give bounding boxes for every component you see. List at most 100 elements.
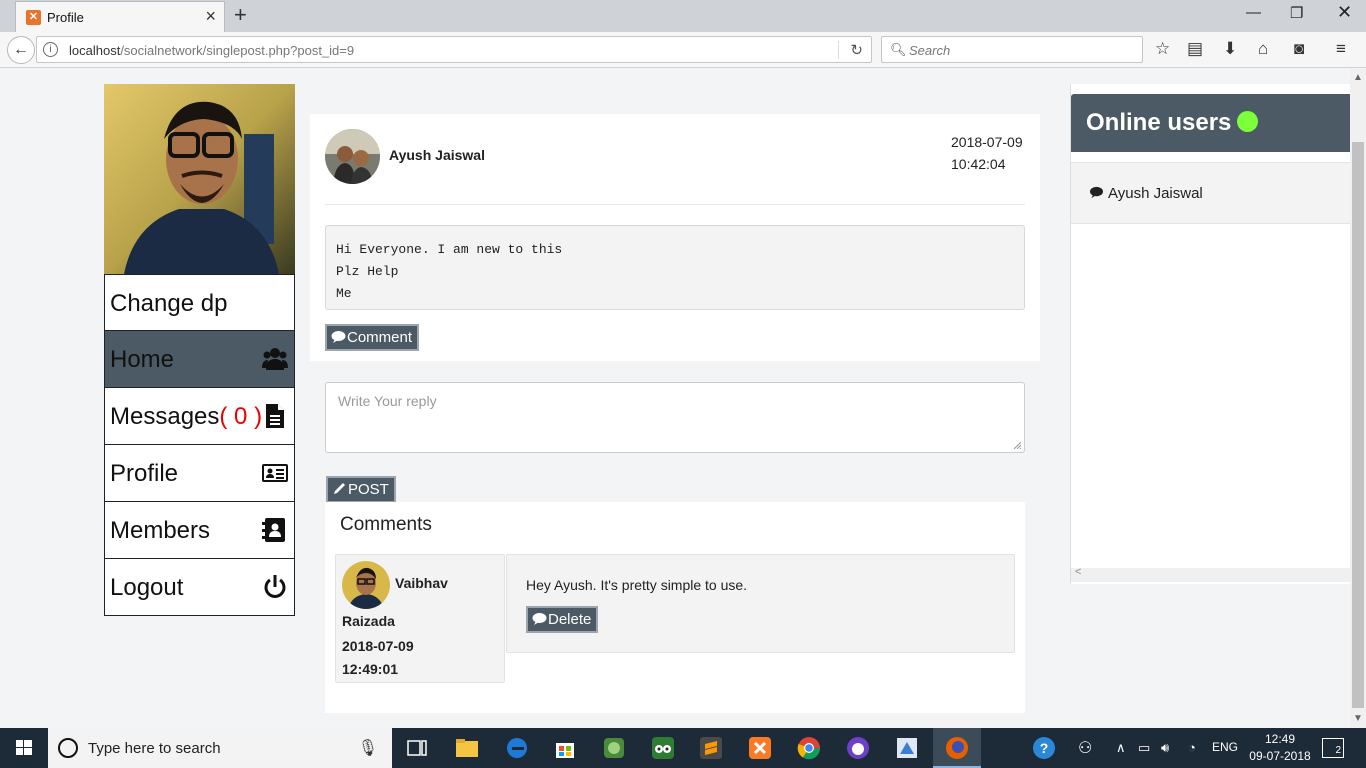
scroll-up-icon[interactable]: ▲ <box>1353 72 1363 83</box>
restore-icon[interactable]: ❐ <box>1290 4 1303 22</box>
comment-icon <box>331 331 346 343</box>
power-icon <box>264 575 286 598</box>
commenter-first-name[interactable]: Vaibhav <box>395 575 448 591</box>
sidebar-item-label: Home <box>110 346 175 373</box>
sidebar-item-profile[interactable]: Profile <box>104 445 295 502</box>
xampp-icon[interactable] <box>748 736 772 760</box>
post-date: 2018-07-09 <box>951 134 1023 150</box>
reading-list-icon[interactable]: ▤ <box>1187 39 1203 59</box>
sidebar-item-members[interactable]: Members <box>104 502 295 559</box>
comment-timestamp: 2018-07-09 12:49:01 <box>342 635 414 681</box>
xampp-favicon-icon: ✕ <box>26 10 41 25</box>
post-reply-button[interactable]: POST <box>326 476 396 503</box>
firefox-icon[interactable] <box>945 736 969 760</box>
horizontal-scrollbar[interactable]: < <box>1071 566 1351 582</box>
microphone-icon[interactable]: 🎙︎ <box>358 738 378 758</box>
id-card-icon <box>262 464 288 482</box>
help-icon[interactable]: ? <box>1032 736 1056 760</box>
close-window-icon[interactable]: ✕ <box>1337 2 1352 23</box>
notifications-icon[interactable]: 2 <box>1322 738 1344 758</box>
clock-time: 12:49 <box>1264 732 1296 746</box>
file-explorer-icon[interactable] <box>455 736 479 760</box>
reload-icon[interactable]: ↻ <box>850 41 863 59</box>
url-path: /socialnetwork/singlepost.php?post_id=9 <box>120 43 355 58</box>
delete-comment-button[interactable]: Delete <box>526 606 599 633</box>
online-user-row[interactable]: Ayush Jaiswal <box>1071 162 1351 224</box>
online-status-dot <box>1237 111 1259 132</box>
minimize-icon[interactable]: — <box>1246 4 1261 21</box>
tripadvisor-icon[interactable] <box>651 736 675 760</box>
message-count-badge: ( 0 ) <box>219 403 263 430</box>
info-icon[interactable]: i <box>43 42 58 57</box>
people-icon[interactable]: ⚇ <box>1078 738 1092 758</box>
sidebar-item-messages[interactable]: Messages( 0 ) <box>104 388 295 445</box>
comment-author-card: Vaibhav Raizada 2018-07-09 12:49:01 <box>335 554 505 683</box>
online-users-header: Online users <box>1071 94 1351 152</box>
close-tab-icon[interactable]: × <box>205 7 216 25</box>
store-icon[interactable] <box>553 736 577 760</box>
reply-textarea[interactable]: Write Your reply <box>325 382 1025 453</box>
edge-icon[interactable] <box>505 736 529 760</box>
browser-tab[interactable]: ✕ Profile × <box>15 1 225 32</box>
menu-icon[interactable]: ≡ <box>1336 39 1346 59</box>
scroll-down-icon[interactable]: ▼ <box>1353 713 1363 724</box>
cortana-icon <box>58 738 78 758</box>
windows-taskbar: Type here to search 🎙︎ ? ⚇ ∧ ▭ 🔊︎ ◔ ENG … <box>0 728 1366 768</box>
document-icon <box>266 404 284 428</box>
reply-placeholder: Write Your reply <box>338 393 437 409</box>
author-avatar[interactable] <box>325 129 380 184</box>
pencil-icon <box>334 483 345 494</box>
volume-icon[interactable]: 🔊︎ <box>1161 740 1169 756</box>
resize-grip-icon[interactable] <box>1013 441 1021 449</box>
url-text: localhost/socialnetwork/singlepost.php?p… <box>69 43 354 58</box>
sidebar-item-home[interactable]: Home <box>104 331 295 388</box>
battery-icon[interactable]: ▭ <box>1138 740 1150 756</box>
sidebar-item-label: Change dp <box>110 290 228 317</box>
scrollbar-thumb[interactable] <box>1352 142 1364 708</box>
comment-text: Hey Ayush. It's pretty simple to use. <box>526 577 748 593</box>
github-desktop-icon[interactable] <box>846 736 870 760</box>
back-button[interactable]: ← <box>7 36 35 64</box>
users-icon <box>262 348 288 370</box>
pocket-icon[interactable]: ◙ <box>1294 39 1304 59</box>
windows-start-icon[interactable] <box>0 728 48 768</box>
new-tab-icon[interactable]: + <box>234 4 247 26</box>
comment-button-label: Comment <box>347 329 413 346</box>
sidebar-item-change-dp[interactable]: Change dp <box>104 274 295 331</box>
search-field[interactable]: 🔍︎ Search <box>881 36 1143 63</box>
network-icon[interactable]: ◔ <box>1188 740 1196 755</box>
task-view-icon[interactable] <box>405 736 429 760</box>
vertical-scrollbar[interactable]: ▲ ▼ <box>1350 69 1366 728</box>
post-author[interactable]: Ayush Jaiswal <box>389 147 485 163</box>
delete-button-label: Delete <box>548 611 592 628</box>
address-bar[interactable]: i localhost/socialnetwork/singlepost.php… <box>36 36 872 63</box>
taskbar-search[interactable]: Type here to search 🎙︎ <box>48 728 392 768</box>
url-host: localhost <box>69 43 121 58</box>
comment-content: Hey Ayush. It's pretty simple to use. De… <box>506 554 1015 653</box>
home-icon[interactable]: ⌂ <box>1258 39 1268 59</box>
sidebar-item-logout[interactable]: Logout <box>104 559 295 616</box>
navigation-toolbar: ← i localhost/socialnetwork/singlepost.p… <box>0 32 1366 68</box>
tab-bar: ✕ Profile × + — ❐ ✕ <box>0 0 1366 32</box>
taskbar-clock[interactable]: 12:49 09-07-2018 <box>1249 731 1311 765</box>
evernote-icon[interactable] <box>602 736 626 760</box>
language-indicator[interactable]: ENG <box>1212 740 1238 754</box>
chrome-icon[interactable] <box>797 736 821 760</box>
sublime-text-icon[interactable] <box>699 736 723 760</box>
profile-photo <box>104 84 295 274</box>
sidebar: Change dp Home Messages( 0 ) Profile Mem… <box>104 84 295 616</box>
scroll-left-icon[interactable]: < <box>1075 566 1081 578</box>
divider <box>325 204 1025 205</box>
paint-icon[interactable] <box>895 736 919 760</box>
commenter-avatar[interactable] <box>342 561 390 609</box>
comment-time: 12:49:01 <box>342 661 399 677</box>
sidebar-item-label: Logout <box>110 574 184 601</box>
comment-icon <box>1090 186 1103 199</box>
comments-section: Comments Vaibhav Raizada 2018-07-09 12:4… <box>325 502 1025 713</box>
comment-button[interactable]: Comment <box>325 324 420 351</box>
commenter-last-name[interactable]: Raizada <box>342 613 395 629</box>
bookmark-star-icon[interactable]: ☆ <box>1155 39 1170 59</box>
download-icon[interactable]: ⬇ <box>1223 39 1237 59</box>
show-hidden-icons-icon[interactable]: ∧ <box>1116 740 1126 756</box>
search-icon: 🔍︎ <box>890 42 907 57</box>
